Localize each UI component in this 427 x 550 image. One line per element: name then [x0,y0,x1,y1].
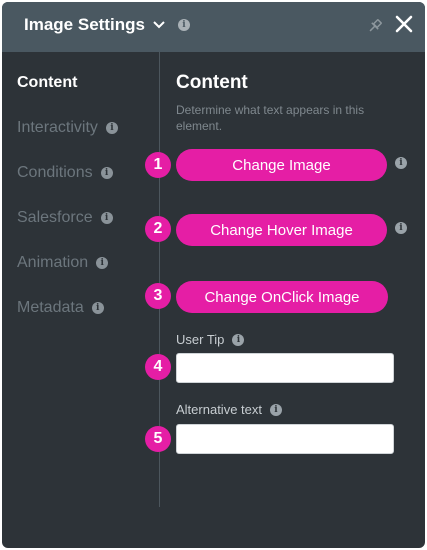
sidebar-item-label: Interactivity [17,119,98,136]
chevron-down-icon [153,21,165,29]
sidebar-item-interactivity[interactable]: Interactivity i [17,117,118,139]
sidebar-item-salesforce[interactable]: Salesforce i [17,207,113,229]
step-badge-3: 3 [145,283,171,309]
alternative-text-label-text: Alternative text [176,402,262,417]
step-badge-1: 1 [145,152,171,178]
info-icon[interactable]: i [270,403,282,416]
info-icon[interactable]: i [91,302,104,314]
sidebar-item-label: Conditions [17,164,93,181]
alternative-text-input[interactable] [176,424,394,454]
panel-title: Image Settings [24,15,145,34]
user-tip-label: User Tip i [176,332,245,347]
panel-header: Image Settings i [2,2,425,52]
sidebar-item-conditions[interactable]: Conditions i [17,162,113,184]
info-icon[interactable]: i [395,157,407,169]
sidebar-item-content[interactable]: Content [17,72,77,94]
change-image-button[interactable]: Change Image [176,149,387,181]
close-icon[interactable] [394,14,414,34]
sidebar-item-label: Salesforce [17,209,93,226]
pin-icon[interactable] [367,18,383,34]
info-icon[interactable]: i [178,19,190,31]
sidebar-item-label: Animation [17,254,89,271]
user-tip-input[interactable] [176,353,394,383]
sidebar-item-animation[interactable]: Animation i [17,252,109,274]
panel-title-dropdown[interactable]: Image Settings [24,15,165,35]
image-settings-panel: Image Settings i Content Interactivity i… [2,2,425,548]
info-icon[interactable]: i [395,222,407,234]
user-tip-label-text: User Tip [176,332,225,347]
content-title: Content [176,72,248,93]
info-icon[interactable]: i [100,212,113,224]
sidebar-item-metadata[interactable]: Metadata i [17,297,104,319]
content-description: Determine what text appears in this elem… [176,103,365,133]
change-hover-image-button[interactable]: Change Hover Image [176,214,387,246]
change-onclick-image-button[interactable]: Change OnClick Image [176,281,388,313]
info-icon[interactable]: i [100,167,113,179]
sidebar-item-label: Content [17,74,78,91]
step-badge-4: 4 [145,354,171,380]
step-badge-2: 2 [145,216,171,242]
info-icon[interactable]: i [232,333,245,346]
alternative-text-label: Alternative text i [176,402,282,417]
info-icon[interactable]: i [96,257,109,269]
step-badge-5: 5 [145,426,171,452]
sidebar-item-label: Metadata [17,299,84,316]
info-icon[interactable]: i [105,122,118,134]
